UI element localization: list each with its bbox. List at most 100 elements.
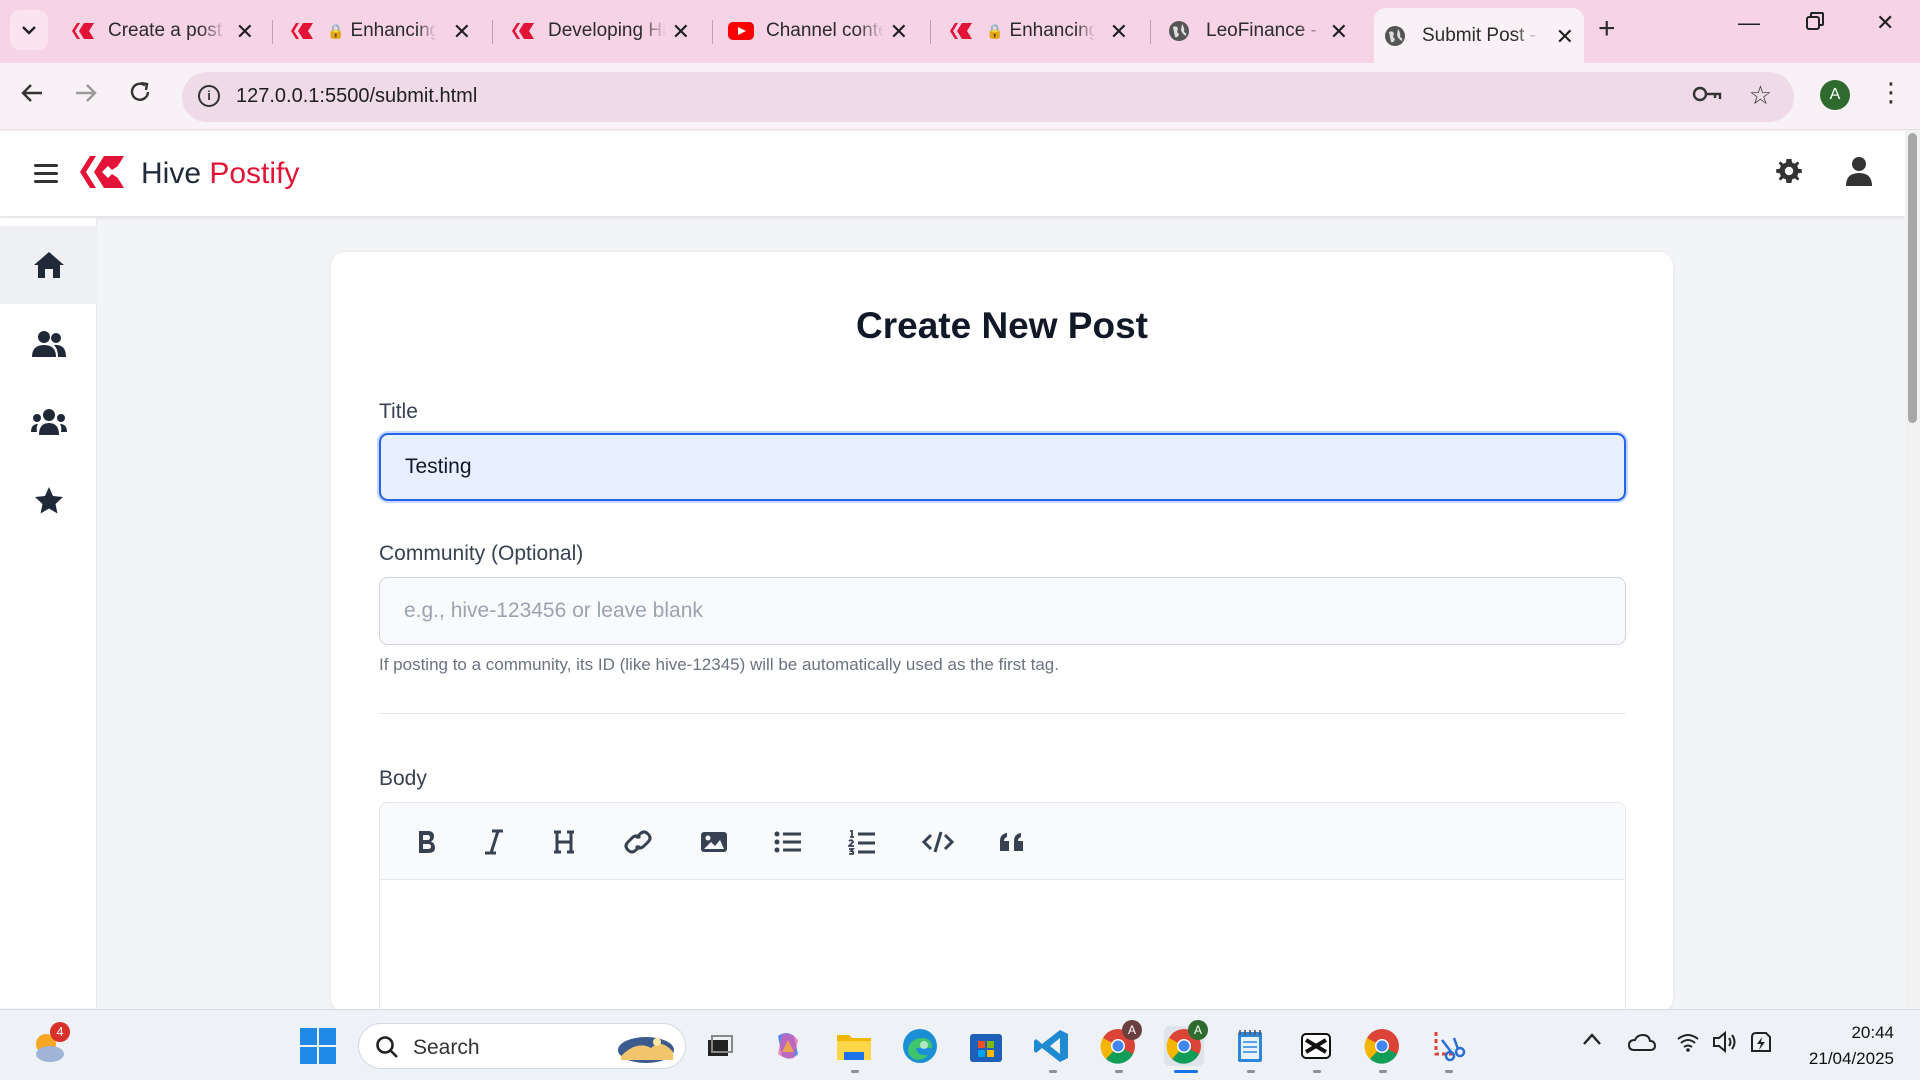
browser-menu-icon[interactable]: ⋮ [1878, 77, 1904, 108]
tab-enhancing-2[interactable]: 🔒 Enhancing ✕ [938, 10, 1138, 52]
image-button[interactable] [694, 822, 734, 862]
close-icon[interactable]: ✕ [890, 19, 908, 45]
tab-enhancing-1[interactable]: 🔒 Enhancing ✕ [279, 10, 481, 52]
hamburger-menu-icon[interactable] [34, 164, 58, 188]
running-indicator [1379, 1070, 1387, 1073]
tab-create-post[interactable]: Create a post ✕ [60, 10, 264, 52]
bookmark-star-icon[interactable]: ☆ [1749, 80, 1772, 111]
vscode-icon[interactable] [1032, 1026, 1072, 1066]
quote-button[interactable] [992, 822, 1032, 862]
bold-button[interactable] [406, 822, 446, 862]
tab-separator [712, 20, 713, 44]
close-icon[interactable]: ✕ [453, 19, 471, 45]
tab-label: Enhancing [350, 20, 437, 41]
tab-leofinance[interactable]: LeoFinance - I ✕ [1158, 10, 1358, 52]
search-icon [376, 1036, 398, 1058]
lock-icon: 🔒 [327, 22, 345, 39]
bullet-list-icon [774, 831, 801, 853]
globe-icon [1384, 25, 1410, 47]
italic-button[interactable] [474, 822, 514, 862]
app-header: Hive Postify [0, 131, 1905, 216]
tab-submit-post[interactable]: Submit Post - ✕ [1374, 8, 1584, 64]
chrome-profile-1-icon[interactable]: A [1098, 1020, 1142, 1066]
title-input[interactable] [379, 433, 1626, 501]
reload-button[interactable] [128, 80, 152, 111]
chrome-icon[interactable] [1362, 1026, 1402, 1066]
sidebar-item-groups[interactable] [0, 383, 97, 461]
tab-channel-content[interactable]: Channel conte ✕ [718, 10, 918, 52]
password-key-icon[interactable] [1692, 82, 1722, 110]
tab-separator [930, 20, 931, 44]
minimize-button[interactable]: — [1738, 10, 1760, 36]
close-window-button[interactable]: ✕ [1876, 10, 1894, 36]
section-divider [379, 713, 1626, 714]
hive-icon [510, 20, 536, 42]
tab-developing[interactable]: Developing Hi ✕ [500, 10, 700, 52]
tab-label: Developing Hi [548, 20, 666, 41]
hive-logo-icon [80, 154, 126, 195]
user-profile-icon[interactable] [1846, 156, 1872, 191]
copilot-icon[interactable] [768, 1026, 808, 1066]
close-icon[interactable]: ✕ [1556, 24, 1574, 50]
restore-button[interactable] [1806, 10, 1824, 36]
search-label: Search [413, 1036, 480, 1059]
heading-button[interactable] [544, 822, 584, 862]
new-tab-button[interactable]: + [1598, 12, 1616, 46]
users-icon [31, 331, 66, 357]
notepad-icon[interactable] [1230, 1026, 1270, 1066]
wifi-icon[interactable] [1676, 1032, 1700, 1057]
title-label: Title [379, 400, 418, 423]
close-icon[interactable]: ✕ [236, 19, 254, 45]
forward-button[interactable] [74, 80, 98, 111]
numbered-list-button[interactable] [842, 822, 882, 862]
sidebar-item-users[interactable] [0, 305, 97, 383]
page-scrollbar[interactable] [1905, 131, 1920, 1008]
url-omnibox[interactable]: i 127.0.0.1:5500/submit.html ☆ [182, 72, 1794, 122]
chevron-down-icon [22, 26, 36, 35]
system-clock[interactable]: 20:44 21/04/2025 [1790, 1020, 1894, 1072]
brand-name[interactable]: Hive Postify [141, 157, 299, 191]
scrollbar-thumb[interactable] [1908, 133, 1917, 423]
site-info-icon[interactable]: i [198, 85, 220, 107]
task-view-icon[interactable] [700, 1026, 740, 1066]
hive-icon [948, 20, 974, 42]
settings-gear-icon[interactable] [1776, 158, 1802, 192]
edge-icon[interactable] [900, 1026, 940, 1066]
body-editor[interactable] [379, 880, 1626, 1012]
hive-icon [289, 20, 315, 42]
chrome-profile-2-icon[interactable]: A [1164, 1020, 1208, 1066]
tab-search-button[interactable] [10, 10, 48, 50]
weather-widget[interactable]: 4 [28, 1022, 72, 1073]
capcut-icon[interactable] [1296, 1026, 1336, 1066]
code-button[interactable] [918, 822, 958, 862]
taskbar-search[interactable]: Search [358, 1023, 686, 1069]
url-text[interactable]: 127.0.0.1:5500/submit.html [236, 85, 477, 108]
bullet-list-button[interactable] [768, 822, 808, 862]
onedrive-icon[interactable] [1627, 1033, 1657, 1057]
community-hint: If posting to a community, its ID (like … [379, 655, 1059, 674]
close-icon[interactable]: ✕ [672, 19, 690, 45]
home-icon [33, 252, 64, 278]
sidebar-item-home[interactable] [0, 226, 97, 304]
close-icon[interactable]: ✕ [1110, 19, 1128, 45]
sidebar-item-favorites[interactable] [0, 461, 97, 539]
snipping-tool-icon[interactable] [1428, 1026, 1468, 1066]
back-button[interactable] [20, 80, 44, 111]
tab-label: LeoFinance - I [1206, 20, 1324, 41]
community-input[interactable] [379, 577, 1626, 645]
running-indicator [1247, 1070, 1255, 1073]
profile-avatar[interactable]: A [1820, 80, 1850, 110]
volume-icon[interactable] [1712, 1030, 1738, 1059]
arrow-right-icon [76, 84, 97, 102]
close-icon[interactable]: ✕ [1330, 19, 1348, 45]
star-icon [34, 487, 63, 514]
image-icon [701, 832, 727, 852]
bold-icon [419, 831, 435, 853]
chrome-profile-badge: A [1188, 1020, 1208, 1040]
windows-start-icon[interactable] [300, 1028, 336, 1069]
microsoft-store-icon[interactable] [966, 1026, 1006, 1066]
link-button[interactable] [618, 822, 658, 862]
file-explorer-icon[interactable] [834, 1026, 874, 1066]
battery-icon[interactable] [1748, 1029, 1774, 1060]
chevron-up-icon[interactable] [1582, 1032, 1602, 1051]
